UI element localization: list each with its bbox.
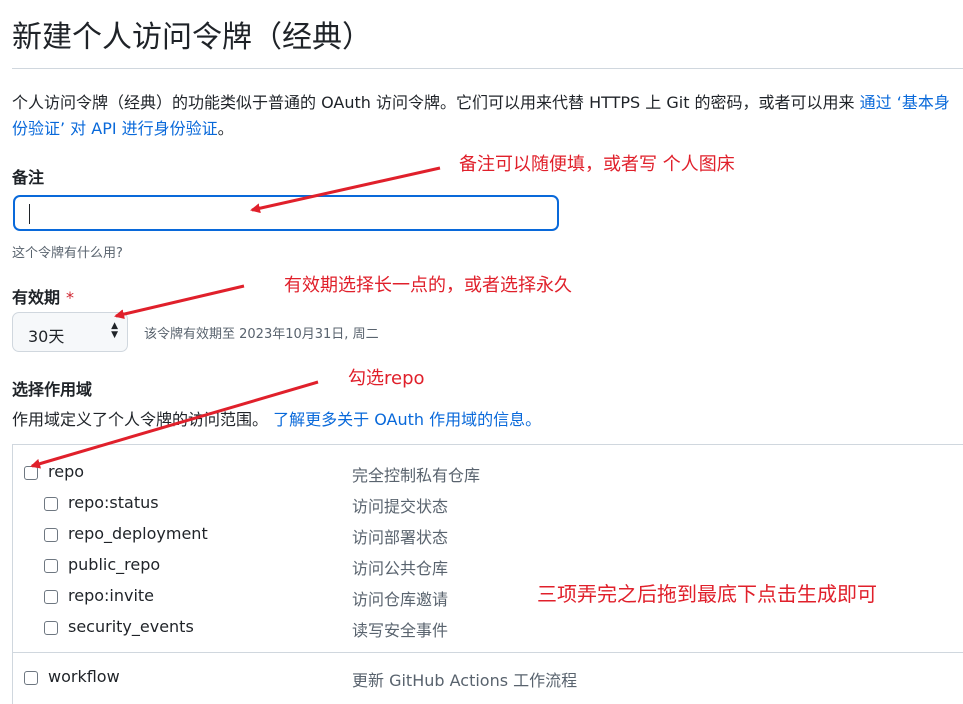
scopes-description: 作用域定义了个人令牌的访问范围。 了解更多关于 OAuth 作用域的信息。 xyxy=(12,406,541,430)
scope-desc: 读写安全事件 xyxy=(352,621,449,640)
scope-checkbox-security-events[interactable] xyxy=(44,621,58,635)
scope-desc: 访问仓库邀请 xyxy=(352,590,449,609)
scope-name: repo:status xyxy=(68,493,159,512)
note-hint: 这个令牌有什么用? xyxy=(12,246,123,261)
note-input-wrapper[interactable] xyxy=(13,195,559,231)
expiration-label: 有效期 * xyxy=(12,284,74,308)
note-input[interactable] xyxy=(15,197,557,229)
scopes-panel xyxy=(12,444,963,704)
scope-desc: 访问公共仓库 xyxy=(352,559,449,578)
scope-name: security_events xyxy=(68,617,194,636)
text-caret xyxy=(29,204,30,224)
scopes-heading: 选择作用域 xyxy=(12,380,93,399)
intro-text: 个人访问令牌（经典）的功能类似于普通的 OAuth 访问令牌。它们可以用来代替 … xyxy=(12,93,860,112)
annotation-final-tip: 三项弄完之后拖到最底下点击生成即可 xyxy=(537,582,877,606)
expiration-selected-value: 30天 xyxy=(28,327,65,346)
arrow-to-expiration-select xyxy=(114,284,245,320)
scope-name: repo xyxy=(48,462,85,481)
scope-name: public_repo xyxy=(68,555,161,574)
select-updown-icon: ▲ ▼ xyxy=(111,321,118,340)
annotation-note-tip: 备注可以随便填，或者写 个人图床 xyxy=(459,154,735,175)
scope-checkbox-repo-deployment[interactable] xyxy=(44,528,58,542)
scope-name: repo:invite xyxy=(68,586,155,605)
scope-checkbox-public-repo[interactable] xyxy=(44,559,58,573)
intro-end: 。 xyxy=(217,119,234,138)
annotation-repo-tip: 勾选repo xyxy=(348,368,425,389)
expiration-label-text: 有效期 xyxy=(12,288,61,307)
scope-checkbox-repo-status[interactable] xyxy=(44,497,58,511)
expiration-select[interactable]: 30天 ▲ ▼ xyxy=(12,312,128,352)
required-mark: * xyxy=(66,288,75,307)
expiration-hint: 该令牌有效期至 2023年10月31日, 周二 xyxy=(144,327,379,342)
intro-paragraph: 个人访问令牌（经典）的功能类似于普通的 OAuth 访问令牌。它们可以用来代替 … xyxy=(12,90,960,142)
scope-desc: 访问部署状态 xyxy=(352,528,449,547)
scope-name: repo_deployment xyxy=(68,524,208,543)
note-label: 备注 xyxy=(12,168,45,187)
scope-desc: 更新 GitHub Actions 工作流程 xyxy=(352,671,578,690)
scopes-description-text: 作用域定义了个人令牌的访问范围。 xyxy=(12,410,269,429)
header-divider xyxy=(12,68,963,69)
scope-group-divider xyxy=(12,652,963,653)
scope-desc: 访问提交状态 xyxy=(352,497,449,516)
annotation-expiration-tip: 有效期选择长一点的，或者选择永久 xyxy=(284,275,572,296)
scope-checkbox-repo-invite[interactable] xyxy=(44,590,58,604)
scope-checkbox-repo[interactable] xyxy=(24,466,38,480)
scope-checkbox-workflow[interactable] xyxy=(24,671,38,685)
scope-desc: 完全控制私有仓库 xyxy=(352,466,481,485)
scope-name: workflow xyxy=(48,667,120,686)
page-title: 新建个人访问令牌（经典） xyxy=(12,20,372,55)
learn-more-scopes-link[interactable]: 了解更多关于 OAuth 作用域的信息。 xyxy=(273,410,541,429)
